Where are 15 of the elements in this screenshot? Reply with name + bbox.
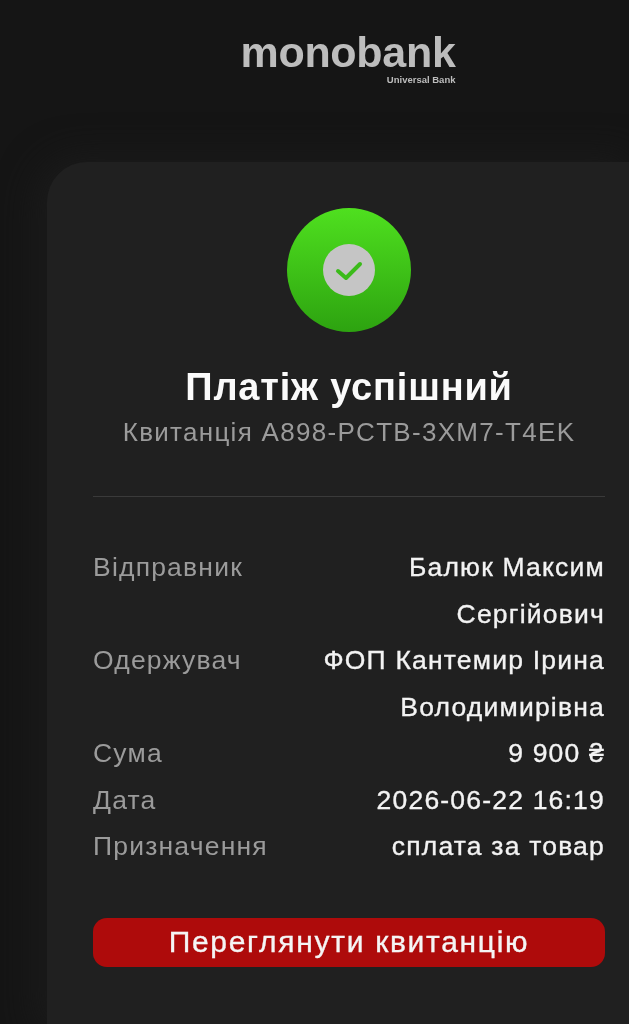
detail-label: Одержувач <box>93 644 242 677</box>
detail-value: 2026-06-22 16:19 <box>376 783 605 817</box>
receipt-number: Квитанція A898-PCTB-3XM7-T4EK <box>121 417 577 447</box>
detail-value: сплата за товар <box>391 830 605 863</box>
detail-label: Призначення <box>93 830 268 863</box>
detail-label: Дата <box>93 783 157 817</box>
view-receipt-button[interactable]: Переглянути квитанцію <box>93 917 605 967</box>
detail-label: Сума <box>93 737 163 770</box>
detail-value: ФОП Кантемир Ірина Володимирівна <box>322 644 605 724</box>
logo: monobank <box>240 30 456 74</box>
detail-value: Балюк Максим Сергійович <box>407 551 605 631</box>
detail-label: Відправник <box>93 551 243 584</box>
detail-value: 9 900 ₴ <box>508 737 605 770</box>
logo-tagline: Universal Bank <box>386 74 456 86</box>
status-title: Платіж успішний <box>184 365 514 409</box>
